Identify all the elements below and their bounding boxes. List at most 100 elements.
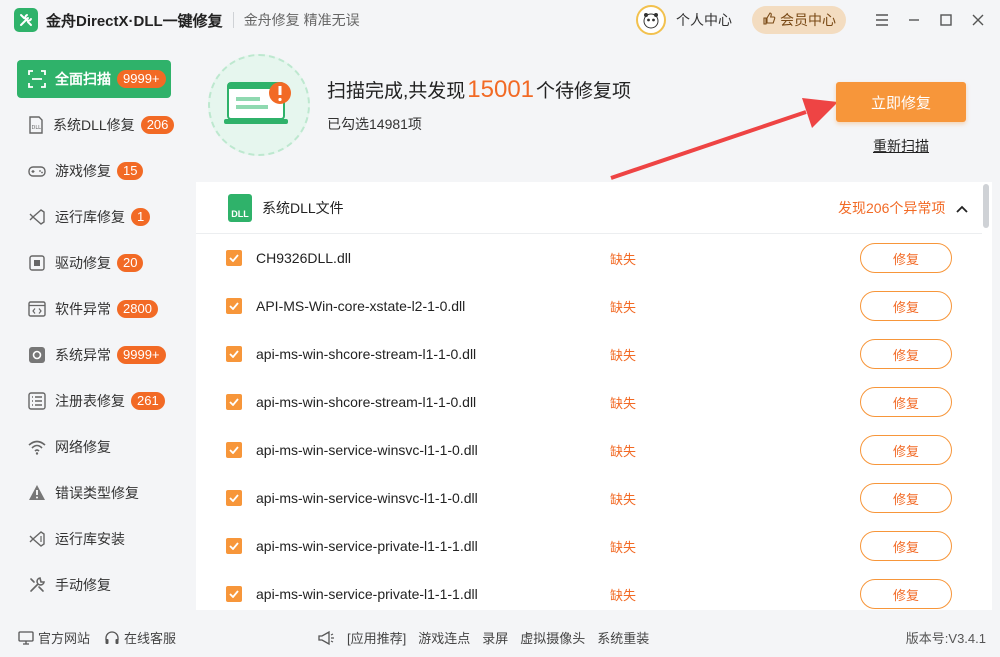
minimize-button[interactable] — [898, 0, 930, 40]
sidebar-item-driver-repair[interactable]: 驱动修复 20 — [17, 244, 171, 282]
fix-button[interactable]: 修复 — [860, 243, 952, 273]
gear-icon — [27, 345, 47, 365]
selected-count: 已勾选14981项 — [327, 116, 422, 132]
version-label: 版本号:V3.4.1 — [905, 631, 986, 646]
file-name: CH9326DLL.dll — [256, 250, 351, 266]
table-row: api-ms-win-service-private-l1-1-1.dll 缺失… — [196, 522, 982, 570]
sidebar-item-label: 驱动修复 — [55, 255, 111, 271]
row-checkbox[interactable] — [226, 394, 242, 410]
chevron-up-icon[interactable] — [956, 200, 968, 216]
check-icon — [229, 542, 239, 550]
headset-icon — [105, 630, 119, 644]
file-name: API-MS-Win-core-xstate-l2-1-0.dll — [256, 298, 466, 314]
vip-center-button[interactable]: 会员中心 — [752, 6, 846, 34]
sidebar-item-label: 系统DLL修复 — [53, 117, 135, 133]
fix-now-button[interactable]: 立即修复 — [836, 82, 966, 122]
sidebar-item-label: 错误类型修复 — [55, 485, 139, 501]
sidebar-item-registry-repair[interactable]: 注册表修复 261 — [17, 382, 171, 420]
sidebar-item-manual-repair[interactable]: 手动修复 — [17, 566, 171, 604]
menu-button[interactable] — [866, 0, 898, 40]
check-icon — [229, 494, 239, 502]
sidebar-item-label: 网络修复 — [55, 439, 111, 455]
table-row: CH9326DLL.dll 缺失 修复 — [196, 234, 982, 282]
fix-button[interactable]: 修复 — [860, 387, 952, 417]
user-center-link[interactable]: 个人中心 — [676, 10, 732, 30]
avatar[interactable] — [636, 5, 666, 35]
online-support-link[interactable]: 在线客服 — [104, 628, 176, 647]
sidebar-item-runtime-repair[interactable]: 运行库修复 1 — [17, 198, 171, 236]
rescan-link[interactable]: 重新扫描 — [873, 136, 929, 156]
table-row: api-ms-win-service-winsvc-l1-1-0.dll 缺失 … — [196, 426, 982, 474]
row-checkbox[interactable] — [226, 538, 242, 554]
thumbs-up-icon — [762, 11, 776, 29]
install-icon — [27, 529, 47, 549]
status-label: 缺失 — [610, 251, 637, 267]
fix-button[interactable]: 修复 — [860, 531, 952, 561]
footer-link-auto-clicker[interactable]: 游戏连点 — [418, 628, 470, 647]
count-badge: 1 — [131, 208, 151, 226]
pointer-arrow-icon — [610, 98, 838, 180]
footer-bar: 官方网站 在线客服 [应用推荐] 游戏连点 录屏 虚拟摄像头 系统重装 版本号:… — [0, 618, 1000, 657]
scan-icon — [27, 69, 47, 89]
maximize-icon — [940, 14, 952, 26]
close-icon — [972, 14, 984, 26]
file-name: api-ms-win-service-winsvc-l1-1-0.dll — [256, 490, 478, 506]
fix-button[interactable]: 修复 — [860, 579, 952, 609]
fix-button[interactable]: 修复 — [860, 435, 952, 465]
vip-center-label: 会员中心 — [780, 12, 836, 28]
app-logo-icon — [14, 8, 38, 32]
official-website-label: 官方网站 — [38, 631, 91, 646]
sidebar-item-game-repair[interactable]: 游戏修复 15 — [17, 152, 171, 190]
wrench-icon — [27, 575, 47, 595]
driver-icon — [27, 253, 47, 273]
row-checkbox[interactable] — [226, 298, 242, 314]
official-website-link[interactable]: 官方网站 — [18, 628, 90, 647]
table-row: API-MS-Win-core-xstate-l2-1-0.dll 缺失 修复 — [196, 282, 982, 330]
sidebar-item-label: 软件异常 — [55, 301, 111, 317]
row-checkbox[interactable] — [226, 586, 242, 602]
footer-link-virtual-camera[interactable]: 虚拟摄像头 — [520, 628, 585, 647]
sidebar-item-network-repair[interactable]: 网络修复 — [17, 428, 171, 466]
sidebar-item-label: 运行库修复 — [55, 209, 125, 225]
file-name: api-ms-win-service-private-l1-1-1.dll — [256, 538, 478, 554]
row-checkbox[interactable] — [226, 442, 242, 458]
scrollbar-thumb[interactable] — [983, 184, 989, 228]
sidebar-item-system-dll[interactable]: DLL 系统DLL修复 206 — [17, 106, 175, 144]
title-divider — [232, 12, 234, 28]
section-found-count: 发现206个异常项 — [838, 199, 946, 216]
sidebar-item-full-scan[interactable]: 全面扫描 9999+ — [17, 60, 171, 98]
row-checkbox[interactable] — [226, 250, 242, 266]
minimize-icon — [909, 19, 919, 21]
footer-link-system-reinstall[interactable]: 系统重装 — [597, 628, 649, 647]
footer-link-screen-record[interactable]: 录屏 — [482, 628, 508, 647]
check-icon — [229, 254, 239, 262]
table-row: api-ms-win-service-winsvc-l1-1-0.dll 缺失 … — [196, 474, 982, 522]
scrollbar[interactable] — [983, 182, 989, 610]
svg-text:DLL: DLL — [32, 125, 42, 131]
app-recommendations: [应用推荐] 游戏连点 录屏 虚拟摄像头 系统重装 — [317, 628, 649, 647]
count-badge: 15 — [117, 162, 144, 180]
fix-button[interactable]: 修复 — [860, 483, 952, 513]
check-icon — [229, 398, 239, 406]
sidebar-item-system-exception[interactable]: 系统异常 9999+ — [17, 336, 171, 374]
table-row: api-ms-win-shcore-stream-l1-1-0.dll 缺失 修… — [196, 378, 982, 426]
app-title: 金舟DirectX·DLL一键修复 — [46, 12, 223, 30]
sidebar-item-runtime-install[interactable]: 运行库安装 — [17, 520, 171, 558]
megaphone-icon — [318, 630, 334, 645]
check-icon — [229, 302, 239, 310]
row-checkbox[interactable] — [226, 346, 242, 362]
sidebar-item-software-exception[interactable]: 软件异常 2800 — [17, 290, 171, 328]
fix-button[interactable]: 修复 — [860, 291, 952, 321]
file-name: api-ms-win-service-private-l1-1-1.dll — [256, 586, 478, 602]
sidebar-item-error-type-repair[interactable]: 错误类型修复 — [17, 474, 171, 512]
count-badge: 9999+ — [117, 346, 166, 364]
close-button[interactable] — [962, 0, 994, 40]
recommend-label: [应用推荐] — [347, 631, 407, 646]
fix-button[interactable]: 修复 — [860, 339, 952, 369]
maximize-button[interactable] — [930, 0, 962, 40]
row-checkbox[interactable] — [226, 490, 242, 506]
count-badge: 261 — [131, 392, 165, 410]
check-icon — [229, 350, 239, 358]
check-icon — [229, 590, 239, 598]
section-header[interactable]: DLL 系统DLL文件 发现206个异常项 — [196, 182, 982, 234]
